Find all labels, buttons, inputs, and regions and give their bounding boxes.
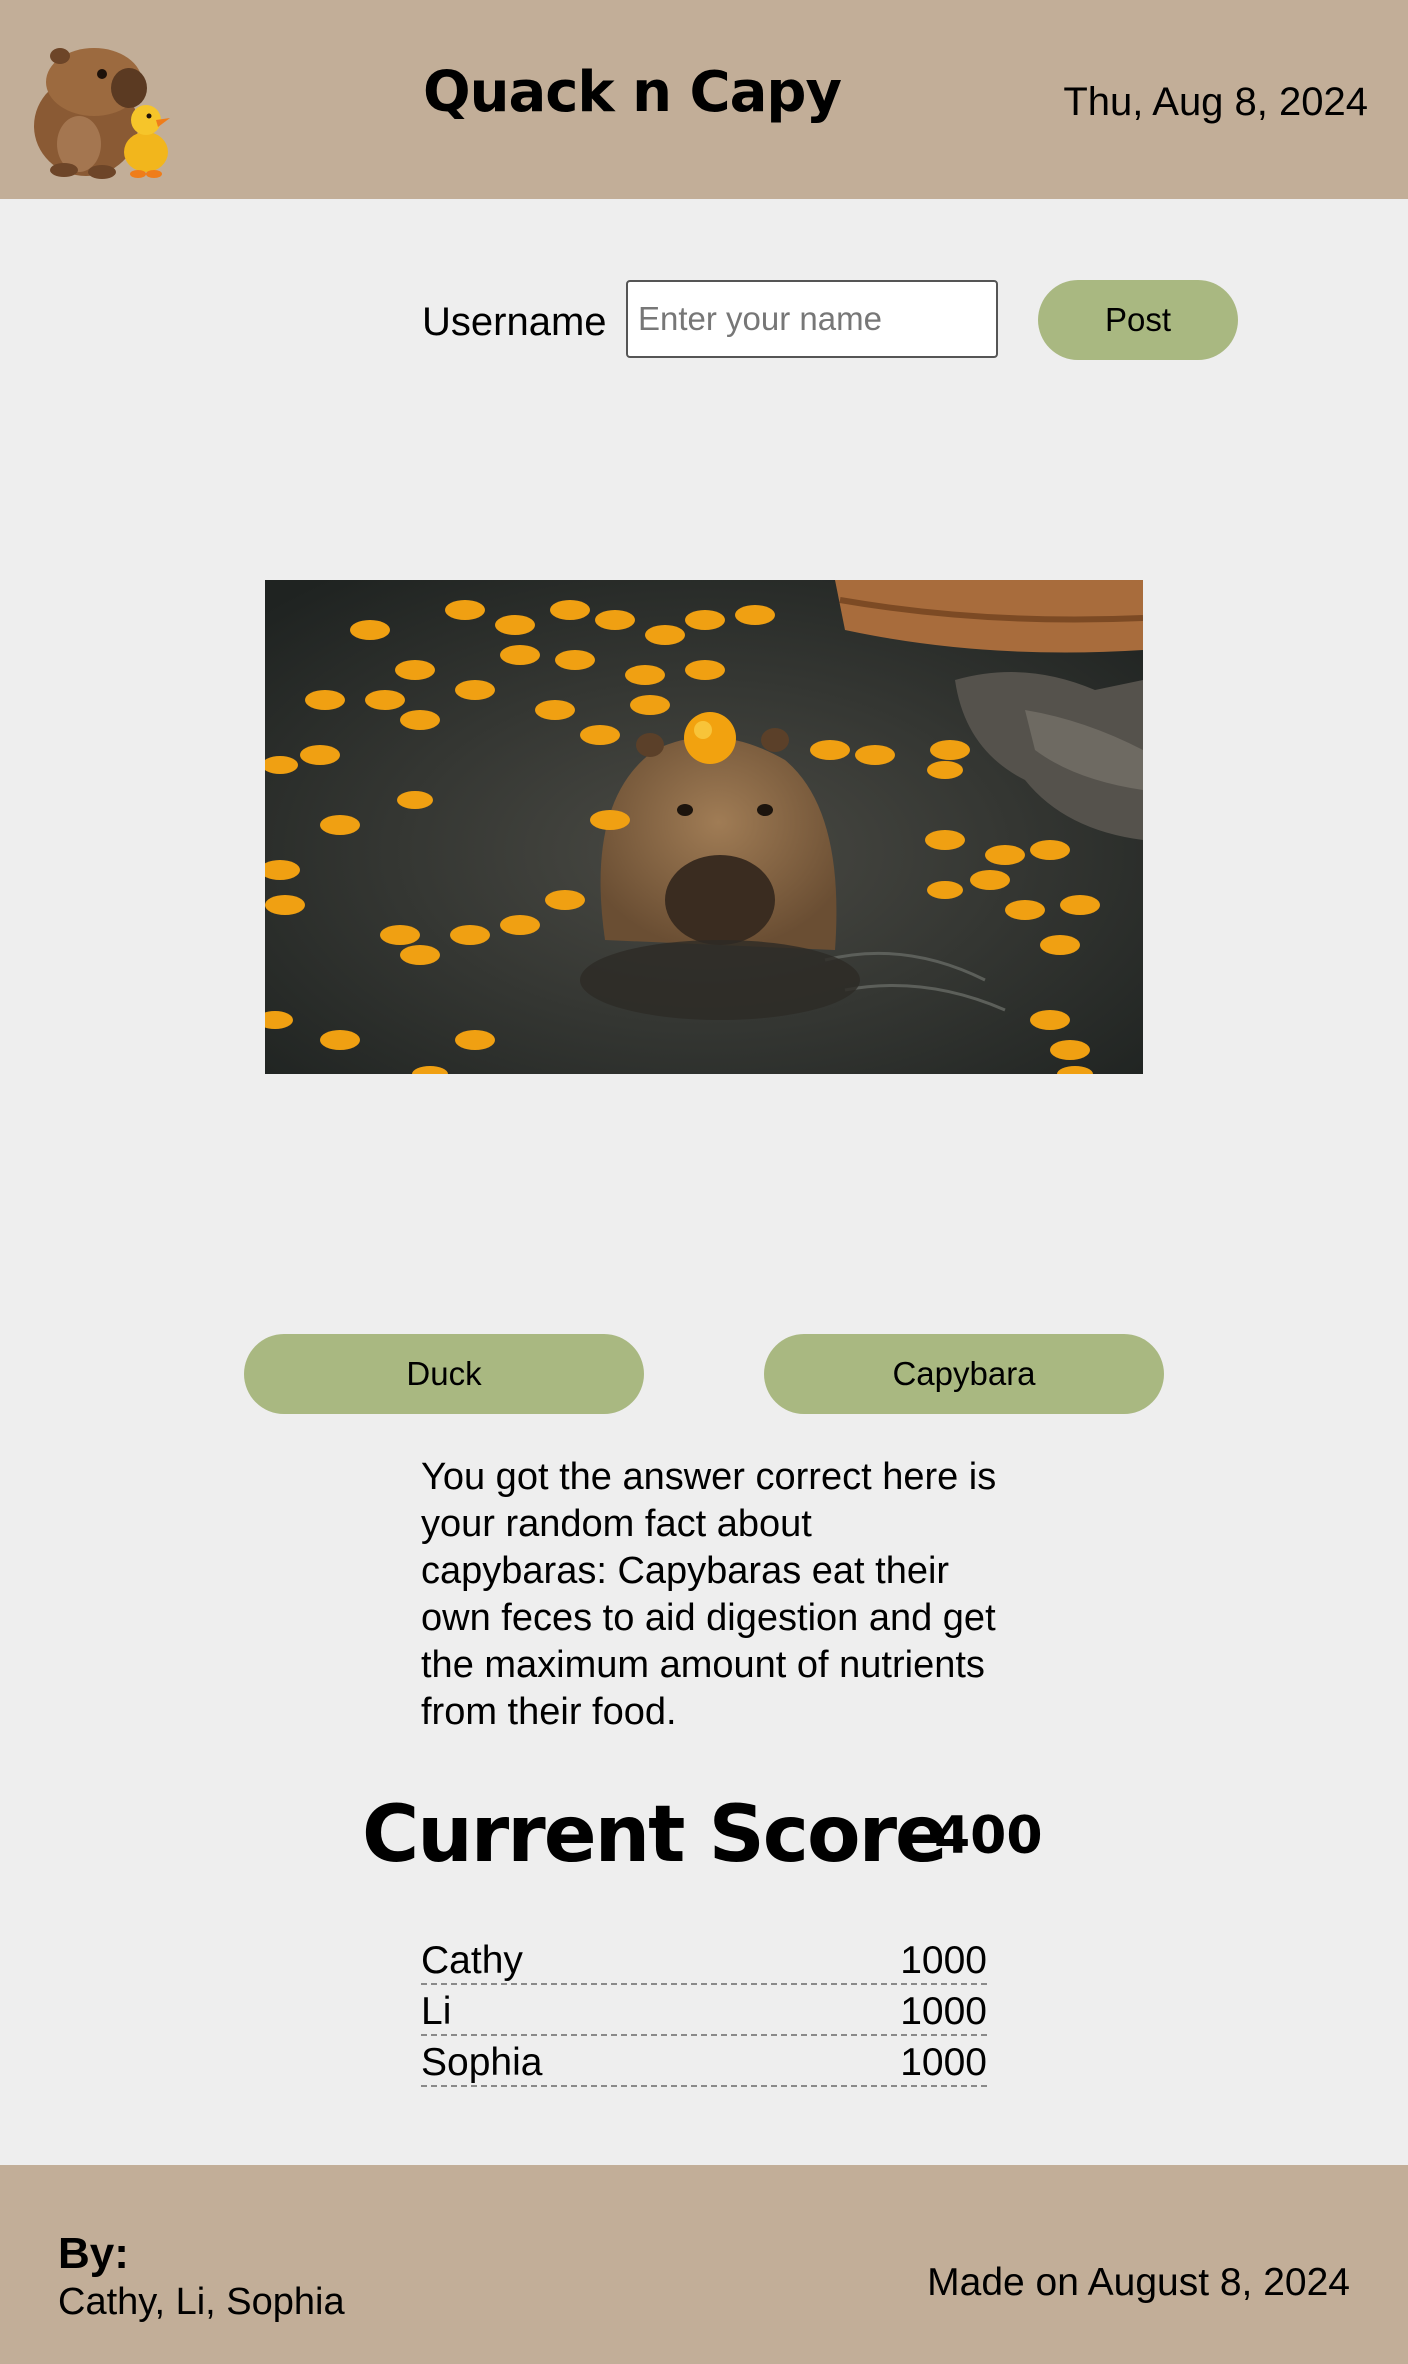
- by-label: By:: [58, 2229, 129, 2278]
- player-score: 1000: [900, 2041, 987, 2084]
- footer: By: Cathy, Li, Sophia Made on August 8, …: [0, 2165, 1408, 2364]
- fact-message: You got the answer correct here is your …: [421, 1456, 997, 1733]
- leaderboard-row: Li 1000: [421, 1987, 987, 2036]
- duck-choice-button[interactable]: Duck: [244, 1334, 644, 1414]
- score-label: Current Score: [362, 1790, 948, 1880]
- capybara-choice-button[interactable]: Capybara: [764, 1334, 1164, 1414]
- made-on-date: Made on August 8, 2024: [927, 2261, 1350, 2304]
- leaderboard-row: Sophia 1000: [421, 2038, 987, 2087]
- player-name: Li: [421, 1990, 452, 2033]
- header: Quack n Capy Thu, Aug 8, 2024: [0, 0, 1408, 199]
- leaderboard-row: Cathy 1000: [421, 1936, 987, 1985]
- authors: Cathy, Li, Sophia: [58, 2281, 345, 2323]
- player-score: 1000: [900, 1990, 987, 2033]
- post-button[interactable]: Post: [1038, 280, 1238, 360]
- score-value: 400: [934, 1806, 1043, 1866]
- username-form: Username Post: [0, 280, 1408, 360]
- leaderboard: Cathy 1000 Li 1000 Sophia 1000: [421, 1936, 987, 2089]
- username-input[interactable]: [626, 280, 998, 358]
- username-label: Username: [422, 300, 607, 344]
- player-name: Cathy: [421, 1939, 523, 1982]
- score-row: Current Score 400: [0, 1790, 1408, 1880]
- header-date: Thu, Aug 8, 2024: [1063, 80, 1368, 124]
- player-name: Sophia: [421, 2041, 543, 2084]
- player-score: 1000: [900, 1939, 987, 1982]
- capybara-photo: [265, 580, 1143, 1074]
